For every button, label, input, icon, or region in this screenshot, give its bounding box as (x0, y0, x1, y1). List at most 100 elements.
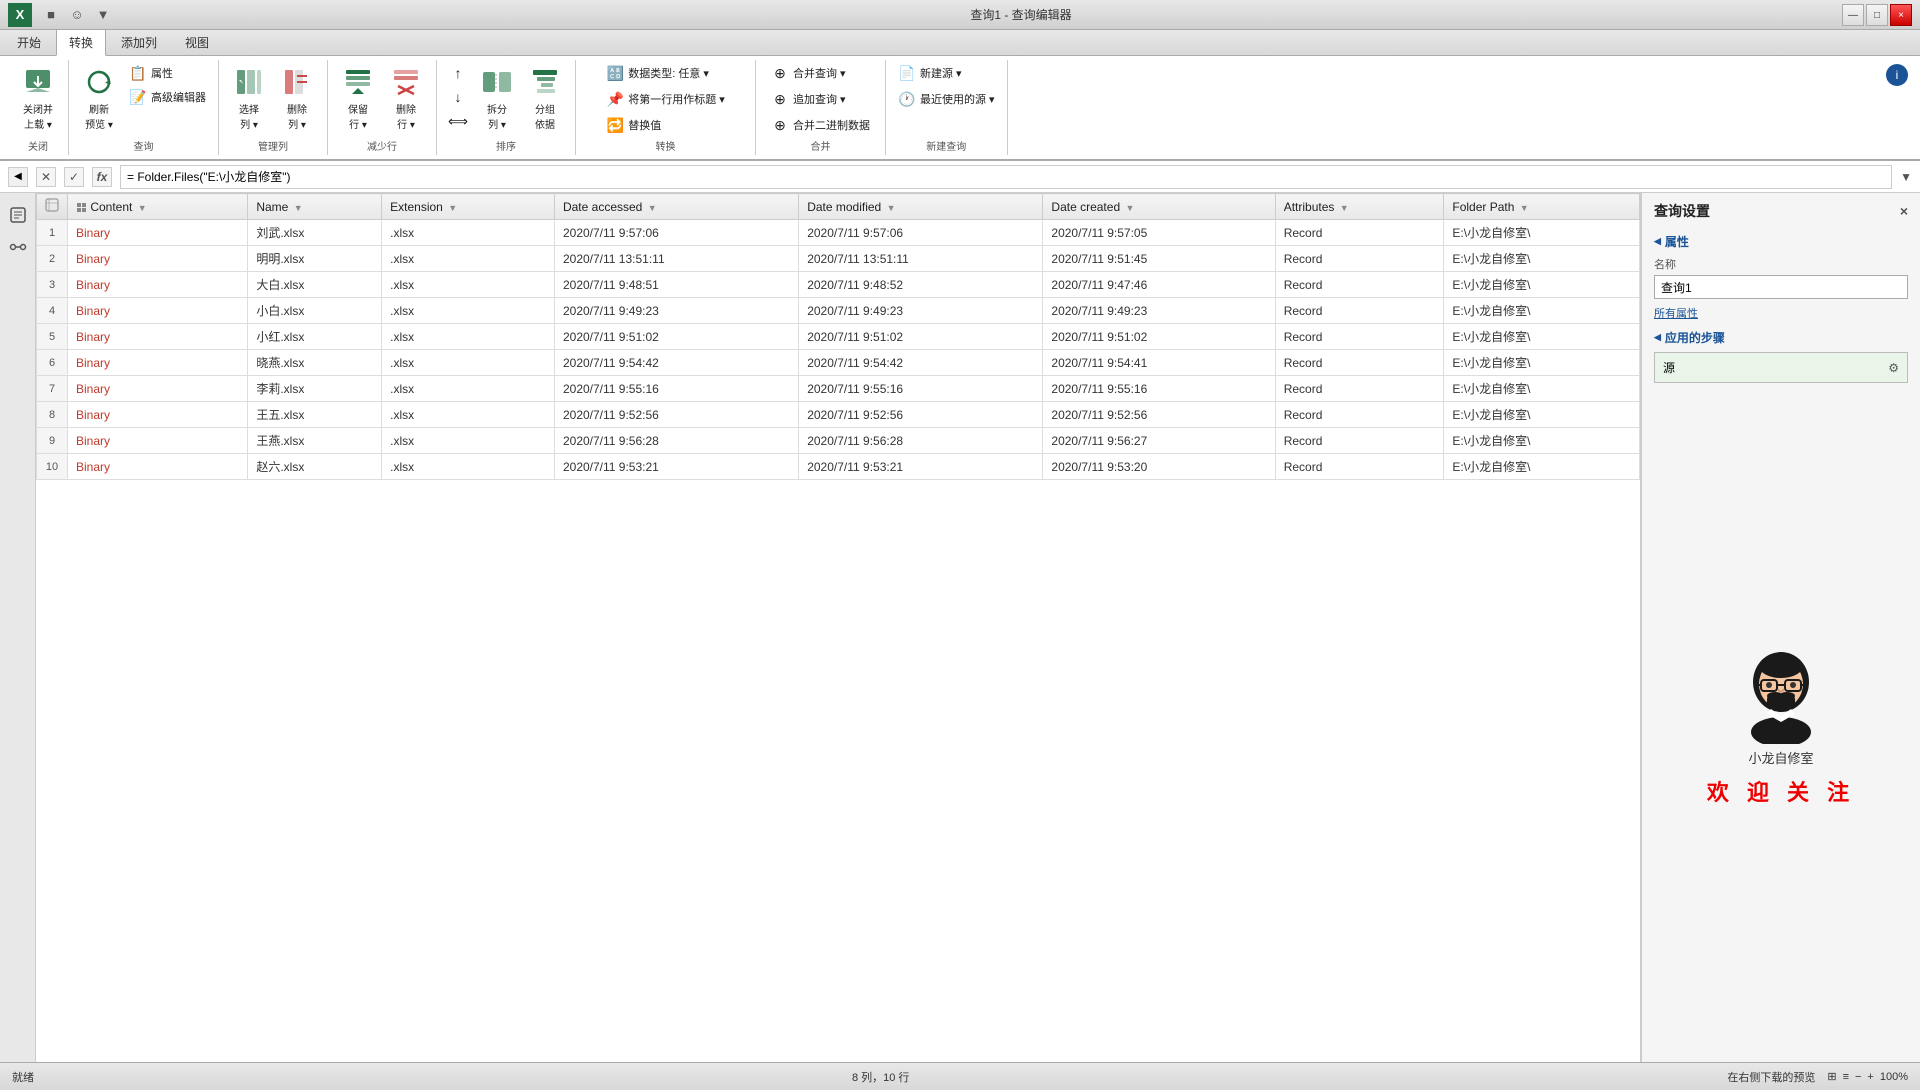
data-type-label: 数据类型: 任意 ▾ (628, 65, 709, 81)
confirm-formula-btn[interactable]: ✓ (64, 167, 84, 187)
keep-rows-button[interactable]: 保留行 ▾ (336, 62, 380, 133)
merge-binary-button[interactable]: ⊕ 合并二进制数据 (767, 114, 874, 136)
split-column-button[interactable]: 拆分列 ▾ (475, 62, 519, 133)
quick-access-toolbar: X ■ ☺ ▼ (8, 3, 114, 27)
qa-smiley-btn[interactable]: ☺ (66, 4, 88, 26)
col-date-accessed[interactable]: Date accessed ▼ (554, 194, 798, 220)
col-attributes[interactable]: Attributes ▼ (1275, 194, 1444, 220)
group-by-button[interactable]: 分组依据 (523, 62, 567, 133)
info-icon[interactable]: i (1886, 64, 1908, 86)
nav-left-btn[interactable]: ◀ (8, 167, 28, 187)
data-type-button[interactable]: 🔠 数据类型: 任意 ▾ (602, 62, 713, 84)
sort-asc-button[interactable]: ↑ (445, 62, 471, 84)
status-zoom-out[interactable]: − (1855, 1071, 1861, 1083)
tab-add-column[interactable]: 添加列 (108, 29, 170, 55)
qa-save-btn[interactable]: ■ (40, 4, 62, 26)
cell-path: E:\小龙自修室\ (1444, 350, 1640, 376)
cell-name: 明明.xlsx (248, 246, 382, 272)
formula-expand-btn[interactable]: ▼ (1900, 170, 1912, 184)
minimize-button[interactable]: — (1842, 4, 1864, 26)
data-type-icon: 🔠 (606, 64, 624, 82)
table-row[interactable]: 2 Binary 明明.xlsx .xlsx 2020/7/11 13:51:1… (37, 246, 1640, 272)
table-row[interactable]: 9 Binary 王燕.xlsx .xlsx 2020/7/11 9:56:28… (37, 428, 1640, 454)
table-row[interactable]: 3 Binary 大白.xlsx .xlsx 2020/7/11 9:48:51… (37, 272, 1640, 298)
cell-created: 2020/7/11 9:52:56 (1043, 402, 1275, 428)
col-date-modified[interactable]: Date modified ▼ (799, 194, 1043, 220)
ribbon-group-sort: ↑ ↓ ⟺ 拆分列 ▾ 分组依据 (437, 60, 576, 155)
col-content[interactable]: Content ▼ (68, 194, 248, 220)
table-row[interactable]: 7 Binary 李莉.xlsx .xlsx 2020/7/11 9:55:16… (37, 376, 1640, 402)
right-panel-close[interactable]: × (1900, 203, 1908, 219)
query-name-input[interactable] (1654, 275, 1908, 299)
append-query-button[interactable]: ⊕ 追加查询 ▾ (767, 88, 850, 110)
right-panel-header: 查询设置 × (1642, 193, 1920, 229)
cancel-formula-btn[interactable]: ✕ (36, 167, 56, 187)
status-zoom-in[interactable]: + (1867, 1071, 1873, 1083)
replace-values-label: 替换值 (628, 117, 661, 133)
tab-transform[interactable]: 转换 (56, 29, 106, 56)
status-grid-icon[interactable]: ⊞ (1827, 1070, 1836, 1083)
cell-ext: .xlsx (382, 376, 555, 402)
sidebar-connections-icon[interactable] (4, 233, 32, 261)
select-columns-label: 选择列 ▾ (239, 101, 259, 131)
step-gear-icon[interactable]: ⚙ (1888, 361, 1899, 375)
cell-rownum: 9 (37, 428, 68, 454)
transform-group-label: 转换 (656, 138, 676, 153)
append-query-icon: ⊕ (771, 90, 789, 108)
delete-rows-button[interactable]: 删除行 ▾ (384, 62, 428, 133)
delete-columns-button[interactable]: 删除列 ▾ (275, 62, 319, 133)
table-row[interactable]: 8 Binary 王五.xlsx .xlsx 2020/7/11 9:52:56… (37, 402, 1640, 428)
col-folder-path[interactable]: Folder Path ▼ (1444, 194, 1640, 220)
sort-desc-button[interactable]: ↓ (445, 86, 471, 108)
tab-view[interactable]: 视图 (172, 29, 222, 55)
qa-dropdown-btn[interactable]: ▼ (92, 4, 114, 26)
cell-created: 2020/7/11 9:51:45 (1043, 246, 1275, 272)
merge-query-button[interactable]: ⊕ 合并查询 ▾ (767, 62, 850, 84)
advanced-editor-button[interactable]: 📝 高级编辑器 (125, 86, 210, 108)
sort-col: ↑ ↓ ⟺ (445, 62, 471, 132)
table-row[interactable]: 5 Binary 小红.xlsx .xlsx 2020/7/11 9:51:02… (37, 324, 1640, 350)
table-row[interactable]: 6 Binary 晓燕.xlsx .xlsx 2020/7/11 9:54:42… (37, 350, 1640, 376)
new-source-button[interactable]: 📄 新建源 ▾ (894, 62, 966, 84)
close-load-button[interactable]: 关闭并上载 ▾ (16, 62, 60, 133)
cell-created: 2020/7/11 9:51:02 (1043, 324, 1275, 350)
cell-modified: 2020/7/11 9:48:52 (799, 272, 1043, 298)
right-panel-title: 查询设置 (1654, 201, 1710, 221)
cell-accessed: 2020/7/11 9:49:23 (554, 298, 798, 324)
recent-sources-button[interactable]: 🕐 最近使用的源 ▾ (894, 88, 999, 110)
formula-bar: ◀ ✕ ✓ fx ▼ (0, 161, 1920, 193)
table-area[interactable]: Content ▼ Name ▼ Extension ▼ Date access… (36, 193, 1640, 1062)
maximize-button[interactable]: □ (1866, 4, 1888, 26)
use-first-row-button[interactable]: 📌 将第一行用作标题 ▾ (602, 88, 729, 110)
col-date-created[interactable]: Date created ▼ (1043, 194, 1275, 220)
sort-ab-button[interactable]: ⟺ (445, 110, 471, 132)
cell-ext: .xlsx (382, 298, 555, 324)
replace-values-button[interactable]: 🔁 替换值 (602, 114, 665, 136)
use-first-row-label: 将第一行用作标题 ▾ (628, 91, 725, 107)
select-columns-button[interactable]: 选择列 ▾ (227, 62, 271, 133)
properties-button[interactable]: 📋 属性 (125, 62, 210, 84)
col-name[interactable]: Name ▼ (248, 194, 382, 220)
split-column-icon (479, 64, 515, 100)
title-bar: X ■ ☺ ▼ 查询1 - 查询编辑器 — □ × (0, 0, 1920, 30)
cell-attrs: Record (1275, 428, 1444, 454)
properties-label: 属性 (151, 65, 173, 81)
cell-accessed: 2020/7/11 9:53:21 (554, 454, 798, 480)
refresh-preview-button[interactable]: 刷新预览 ▾ (77, 62, 121, 133)
cell-created: 2020/7/11 9:57:05 (1043, 220, 1275, 246)
all-properties-link[interactable]: 所有属性 (1654, 305, 1908, 321)
cell-rownum: 10 (37, 454, 68, 480)
tab-start[interactable]: 开始 (4, 29, 54, 55)
cell-rownum: 5 (37, 324, 68, 350)
formula-input[interactable] (120, 165, 1892, 189)
sidebar-queries-icon[interactable] (4, 201, 32, 229)
step-source[interactable]: 源 ⚙ (1654, 352, 1908, 383)
table-row[interactable]: 4 Binary 小白.xlsx .xlsx 2020/7/11 9:49:23… (37, 298, 1640, 324)
cell-modified: 2020/7/11 9:51:02 (799, 324, 1043, 350)
cell-modified: 2020/7/11 9:54:42 (799, 350, 1043, 376)
status-list-icon[interactable]: ≡ (1843, 1071, 1849, 1083)
col-extension[interactable]: Extension ▼ (382, 194, 555, 220)
close-button[interactable]: × (1890, 4, 1912, 26)
table-row[interactable]: 10 Binary 赵六.xlsx .xlsx 2020/7/11 9:53:2… (37, 454, 1640, 480)
table-row[interactable]: 1 Binary 刘武.xlsx .xlsx 2020/7/11 9:57:06… (37, 220, 1640, 246)
